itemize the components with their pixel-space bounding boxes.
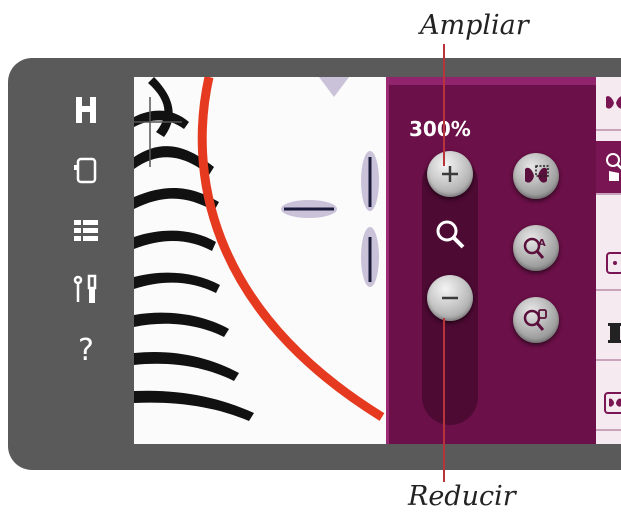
tools-icon[interactable]	[66, 270, 106, 310]
plus-icon	[442, 166, 458, 182]
svg-text:A: A	[538, 238, 546, 249]
zoom-out-leader-line	[443, 318, 445, 482]
help-icon[interactable]: ?	[66, 330, 106, 370]
menu-grid-icon[interactable]	[66, 210, 106, 250]
zoom-out-callout: Reducir	[408, 481, 516, 512]
zoom-pan-icon[interactable]	[596, 141, 621, 195]
zoom-to-hoop-button[interactable]	[513, 297, 559, 343]
position-icon[interactable]	[596, 237, 621, 291]
minus-icon	[442, 296, 458, 300]
zoom-hoop-icon	[523, 309, 547, 331]
help-glyph: ?	[78, 332, 94, 368]
zoom-in-leader-line	[443, 44, 445, 166]
zoom-to-box-button[interactable]	[513, 153, 559, 199]
magnifier-icon	[433, 217, 467, 255]
thread-spool-icon[interactable]	[596, 307, 621, 361]
design-icon[interactable]	[596, 77, 621, 131]
zoom-level-label: 300%	[409, 117, 471, 141]
tools-glyph	[73, 274, 97, 303]
embroidery-canvas[interactable]	[134, 77, 388, 444]
zoom-box-icon	[525, 165, 549, 183]
zoom-out-button[interactable]	[427, 275, 473, 321]
touch-screen: 300% A	[134, 77, 621, 444]
embroidery-design-preview	[134, 77, 388, 444]
menu-grid-glyph	[74, 220, 98, 241]
embroidery-icon[interactable]	[596, 377, 621, 431]
presser-foot-icon[interactable]	[66, 90, 106, 130]
presser-foot-glyph	[76, 97, 96, 123]
zoom-in-callout: Ampliar	[420, 10, 529, 41]
machine-mode-icon[interactable]	[66, 150, 106, 190]
zoom-in-button[interactable]	[427, 151, 473, 197]
machine-mode-glyph	[74, 157, 97, 184]
zoom-panel: 300% A	[386, 77, 599, 444]
function-strip	[596, 77, 621, 444]
zoom-all-icon: A	[523, 237, 546, 259]
zoom-all-button[interactable]: A	[513, 225, 559, 271]
